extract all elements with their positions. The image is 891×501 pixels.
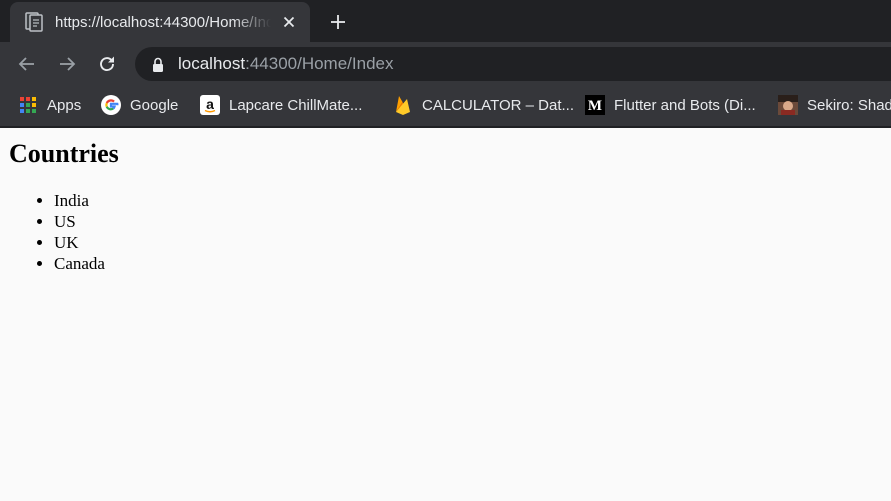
url-text[interactable]: localhost:44300/Home/Index: [178, 54, 394, 74]
reload-icon: [100, 56, 114, 72]
forward-button[interactable]: [53, 50, 81, 78]
browser-window: https://localhost:44300/Home/Index local…: [0, 0, 891, 501]
bookmarks-bar: Apps Google a Lapcare ChillMate... CALCU…: [0, 86, 891, 128]
lock-icon[interactable]: [151, 56, 165, 72]
google-icon: [101, 95, 121, 115]
sekiro-thumbnail-icon: [778, 95, 798, 115]
reload-button[interactable]: [93, 50, 121, 78]
url-path: :44300/Home/Index: [245, 54, 394, 73]
country-list: India US UK Canada: [14, 190, 105, 274]
list-item: India: [54, 190, 105, 211]
bookmark-flutter[interactable]: M Flutter and Bots (Di...: [585, 94, 756, 116]
document-icon: [24, 12, 44, 32]
bookmark-label: CALCULATOR – Dat...: [422, 96, 574, 114]
apps-grid-icon: [18, 95, 38, 115]
svg-text:a: a: [206, 96, 214, 112]
bookmark-sekiro[interactable]: Sekiro: Shadows: [778, 94, 891, 116]
arrow-right-icon: [60, 57, 76, 71]
medium-icon: M: [585, 95, 605, 115]
page-content: Countries India US UK Canada: [0, 128, 891, 501]
list-item: Canada: [54, 253, 105, 274]
bookmark-calculator[interactable]: CALCULATOR – Dat...: [393, 94, 574, 116]
bookmark-label: Apps: [47, 96, 82, 114]
bookmark-lapcare[interactable]: a Lapcare ChillMate...: [200, 94, 362, 116]
bookmark-label: Flutter and Bots (Di...: [614, 96, 756, 114]
new-tab-button[interactable]: [324, 8, 352, 36]
close-tab-icon[interactable]: [279, 12, 299, 32]
amazon-icon: a: [200, 95, 220, 115]
list-item: UK: [54, 232, 105, 253]
svg-text:M: M: [588, 98, 602, 114]
tab-title: https://localhost:44300/Home/Index: [55, 13, 271, 31]
bookmark-label: Google: [130, 96, 179, 114]
arrow-left-icon: [18, 57, 34, 71]
bookmark-apps[interactable]: Apps: [18, 94, 81, 116]
list-item: US: [54, 211, 105, 232]
toolbar: localhost:44300/Home/Index: [0, 42, 891, 86]
tab-strip: https://localhost:44300/Home/Index: [0, 0, 891, 42]
bookmark-label: Sekiro: Shadows: [807, 96, 891, 114]
back-button[interactable]: [13, 50, 41, 78]
url-host: localhost: [178, 54, 246, 73]
page-title: Countries: [9, 139, 119, 168]
active-tab[interactable]: https://localhost:44300/Home/Index: [10, 2, 310, 42]
plus-icon: [331, 15, 345, 29]
bookmark-label: Lapcare ChillMate...: [229, 96, 363, 114]
firebase-icon: [393, 95, 413, 115]
bookmark-google[interactable]: Google: [101, 94, 178, 116]
address-bar[interactable]: localhost:44300/Home/Index: [135, 47, 891, 81]
